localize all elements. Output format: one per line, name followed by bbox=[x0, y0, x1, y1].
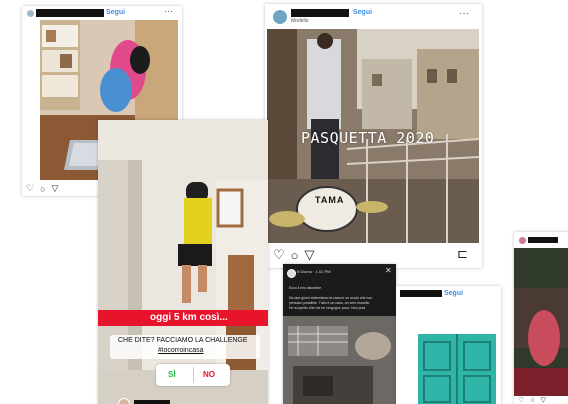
drum-logo: TAMA bbox=[315, 195, 345, 205]
close-icon[interactable]: ✕ bbox=[385, 266, 392, 275]
bookmark-icon[interactable]: ⊏ bbox=[457, 246, 468, 262]
send-icon[interactable]: ▽ bbox=[52, 183, 59, 194]
heart-icon[interactable]: ♡ bbox=[26, 183, 34, 194]
redacted-username bbox=[400, 290, 442, 297]
redacted-username bbox=[134, 400, 170, 404]
poll-no-button[interactable]: NO bbox=[203, 370, 215, 379]
more-icon[interactable]: ··· bbox=[164, 6, 173, 16]
avatar[interactable] bbox=[287, 269, 296, 278]
heart-icon[interactable]: ♡ bbox=[518, 396, 524, 404]
comment-icon[interactable]: ○ bbox=[291, 248, 299, 263]
post-actions: ♡ ○ ▽ bbox=[26, 183, 58, 194]
story-header: Il Giorno · 1.02 PM bbox=[297, 269, 331, 274]
more-icon[interactable]: ··· bbox=[459, 8, 469, 19]
follow-button[interactable]: Segui bbox=[353, 9, 372, 16]
doors-photo bbox=[396, 304, 501, 404]
story-caption-4: Ho scoperto che me ne vergogno poco. Non… bbox=[289, 306, 366, 310]
story-run: oggi 5 km così... CHE DITE? FACCIAMO LA … bbox=[98, 120, 268, 404]
follow-button[interactable]: Segui bbox=[106, 9, 125, 16]
redacted-username bbox=[36, 9, 104, 17]
redacted-username bbox=[291, 9, 349, 17]
poll-yes-button[interactable]: SÌ bbox=[168, 370, 176, 379]
heart-icon[interactable]: ♡ bbox=[273, 247, 285, 263]
story-banner-text: oggi 5 km così... bbox=[150, 312, 228, 323]
post-balcony: Segui Modello ··· PASQUETTA 2020 TAMA ♡ … bbox=[265, 4, 482, 268]
question-text: CHE DITE? FACCIAMO LA CHALLENGE bbox=[118, 337, 248, 344]
avatar[interactable] bbox=[518, 236, 527, 245]
comment-icon[interactable]: ○ bbox=[530, 397, 534, 404]
post-actions: ♡ ○ ▽ bbox=[273, 247, 315, 263]
story-caption-1: Ecco il mio disordine bbox=[289, 286, 322, 290]
account-subtext: Modello bbox=[291, 18, 309, 24]
post-header: Segui ··· bbox=[22, 6, 182, 20]
mess-photo bbox=[283, 316, 396, 404]
follow-button[interactable]: Segui bbox=[444, 290, 463, 297]
post-right: ♡ ○ ▽ bbox=[514, 232, 568, 404]
post-actions: ♡ ○ ▽ bbox=[518, 396, 546, 404]
poll-divider bbox=[193, 367, 194, 383]
avatar[interactable] bbox=[118, 398, 130, 404]
send-icon[interactable]: ▽ bbox=[305, 247, 315, 263]
hashtag: #iocorroincasa bbox=[158, 347, 204, 354]
comment-icon[interactable]: ○ bbox=[40, 184, 45, 194]
story-mess: Il Giorno · 1.02 PM ✕ Ecco il mio disord… bbox=[283, 264, 396, 404]
avatar[interactable] bbox=[272, 9, 288, 25]
overlay-text: PASQUETTA 2020 bbox=[301, 129, 435, 147]
post-header: Segui Modello ··· bbox=[265, 4, 482, 28]
run-photo bbox=[98, 120, 268, 404]
avatar[interactable] bbox=[26, 9, 35, 18]
balcony-photo: PASQUETTA 2020 TAMA bbox=[267, 29, 479, 243]
redacted-username bbox=[528, 237, 558, 243]
post-doors: Segui bbox=[396, 286, 501, 404]
right-photo bbox=[514, 248, 568, 396]
send-icon[interactable]: ▽ bbox=[541, 396, 546, 404]
